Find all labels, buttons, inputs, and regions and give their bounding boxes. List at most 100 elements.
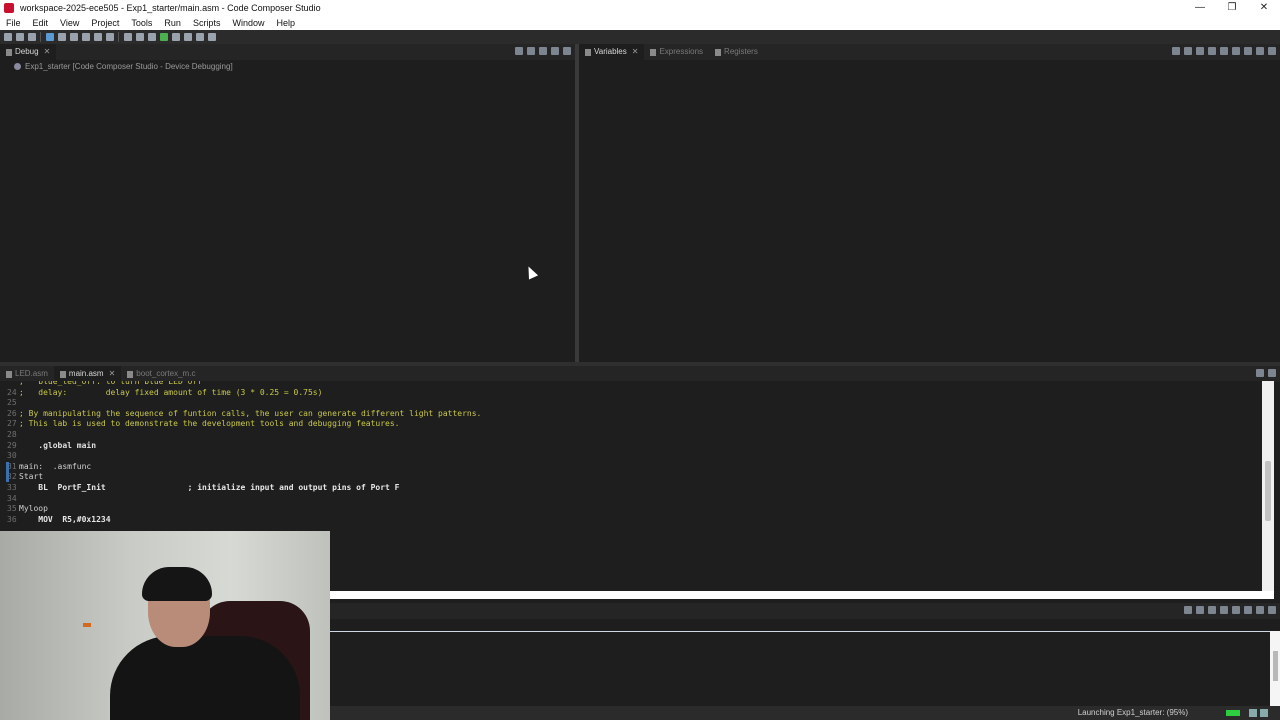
minimize-view-icon[interactable] xyxy=(1256,369,1264,377)
maximize-view-icon[interactable] xyxy=(1268,47,1276,55)
menu-project[interactable]: Project xyxy=(91,18,119,28)
show-type-names-icon[interactable] xyxy=(1172,47,1180,55)
code-line[interactable]: Myloop xyxy=(19,504,48,513)
tab-variables[interactable]: Variables ✕ xyxy=(579,44,645,60)
step-into-icon[interactable] xyxy=(82,33,90,41)
show-logical-icon[interactable] xyxy=(1184,47,1192,55)
console-scrollbar[interactable] xyxy=(1270,631,1280,706)
code-line[interactable]: .global main xyxy=(19,441,96,450)
menu-window[interactable]: Window xyxy=(232,18,264,28)
webcam-orange-object xyxy=(83,623,91,627)
status-icons xyxy=(1246,709,1268,717)
progress-indicator[interactable] xyxy=(1226,710,1240,716)
line-number: 35 xyxy=(7,504,17,514)
menu-scripts[interactable]: Scripts xyxy=(193,18,221,28)
collapse-all-icon[interactable] xyxy=(1196,47,1204,55)
debug-session-item[interactable]: Exp1_starter [Code Composer Studio - Dev… xyxy=(14,62,233,71)
close-icon[interactable]: ✕ xyxy=(109,366,116,382)
debug-tabbar: Debug ✕ xyxy=(0,44,575,60)
debug-icon[interactable] xyxy=(160,33,168,41)
build-icon[interactable] xyxy=(148,33,156,41)
menu-view[interactable]: View xyxy=(60,18,79,28)
scroll-lock-icon[interactable] xyxy=(1196,606,1204,614)
remove-terminated-icon[interactable] xyxy=(527,47,535,55)
toolbar-separator xyxy=(40,32,41,42)
registers-tab-label: Registers xyxy=(724,47,758,56)
debug-tab-label: Debug xyxy=(15,47,39,56)
remove-icon[interactable] xyxy=(1232,47,1240,55)
line-number: 27 xyxy=(7,419,17,429)
pin-console-icon[interactable] xyxy=(1220,606,1228,614)
new-icon[interactable] xyxy=(4,33,12,41)
tab-boot-cortex[interactable]: boot_cortex_m.c xyxy=(121,366,201,382)
minimize-button[interactable]: — xyxy=(1184,0,1216,16)
editor-horizontal-scrollbar[interactable] xyxy=(330,591,1274,599)
minimize-view-icon[interactable] xyxy=(1256,606,1264,614)
code-line[interactable]: ; blue_led_off: to turn blue LED off xyxy=(19,381,202,386)
close-icon[interactable]: ✕ xyxy=(632,44,639,60)
maximize-view-icon[interactable] xyxy=(1268,606,1276,614)
tab-debug[interactable]: Debug ✕ xyxy=(0,44,57,60)
suspend-icon[interactable] xyxy=(58,33,66,41)
code-line[interactable]: MOV R5,#0x1234 xyxy=(19,515,110,524)
collapse-all-icon[interactable] xyxy=(515,47,523,55)
code-line[interactable]: BL PortF_Init ; initialize input and out… xyxy=(19,483,399,492)
code-line[interactable]: ; By manipulating the sequence of funtio… xyxy=(19,409,481,418)
maximize-view-icon[interactable] xyxy=(1268,369,1276,377)
tab-led-asm[interactable]: LED.asm xyxy=(0,366,54,382)
menu-help[interactable]: Help xyxy=(276,18,295,28)
scroll-thumb[interactable] xyxy=(1273,651,1278,681)
settings-icon[interactable] xyxy=(1260,709,1268,717)
step-return-icon[interactable] xyxy=(106,33,114,41)
step-over-icon[interactable] xyxy=(94,33,102,41)
webcam-person-hair xyxy=(142,567,212,601)
minimize-view-icon[interactable] xyxy=(551,47,559,55)
tab-expressions[interactable]: Expressions xyxy=(644,44,709,60)
terminate-icon[interactable] xyxy=(70,33,78,41)
editor-vertical-scrollbar[interactable] xyxy=(1262,381,1274,591)
view-menu-icon[interactable] xyxy=(539,47,547,55)
word-wrap-icon[interactable] xyxy=(1208,606,1216,614)
display-console-icon[interactable] xyxy=(1232,606,1240,614)
reset-icon[interactable] xyxy=(136,33,144,41)
maximize-button[interactable]: ❐ xyxy=(1216,0,1248,16)
code-line[interactable]: ; delay: delay fixed amount of time (3 *… xyxy=(19,388,322,397)
notification-icon[interactable] xyxy=(1249,709,1257,717)
save-all-icon[interactable] xyxy=(28,33,36,41)
code-line[interactable]: main: .asmfunc xyxy=(19,462,91,471)
registers-tab-icon xyxy=(715,48,722,56)
variables-tab-label: Variables xyxy=(594,47,627,56)
back-icon[interactable] xyxy=(196,33,204,41)
console-toolbar xyxy=(330,603,1280,619)
clear-console-icon[interactable] xyxy=(1184,606,1192,614)
maximize-view-icon[interactable] xyxy=(563,47,571,55)
minimize-view-icon[interactable] xyxy=(1256,47,1264,55)
line-number: 34 xyxy=(7,493,17,503)
editor-tabbar: LED.asm main.asm ✕ boot_cortex_m.c xyxy=(0,366,1280,382)
menu-tools[interactable]: Tools xyxy=(131,18,152,28)
flash-icon[interactable] xyxy=(172,33,180,41)
resume-icon[interactable] xyxy=(46,33,54,41)
select-all-icon[interactable] xyxy=(1208,47,1216,55)
console-output[interactable] xyxy=(330,631,1270,706)
pencil-icon[interactable] xyxy=(184,33,192,41)
close-icon[interactable]: ✕ xyxy=(44,44,51,60)
menu-edit[interactable]: Edit xyxy=(33,18,49,28)
menu-run[interactable]: Run xyxy=(164,18,181,28)
code-line[interactable]: Start xyxy=(19,472,43,481)
scroll-thumb[interactable] xyxy=(1265,461,1271,521)
expressions-tab-label: Expressions xyxy=(659,47,704,56)
tab-registers[interactable]: Registers xyxy=(709,44,764,60)
ccs-app-icon xyxy=(4,3,14,13)
restart-icon[interactable] xyxy=(124,33,132,41)
view-menu-icon[interactable] xyxy=(1244,47,1252,55)
forward-icon[interactable] xyxy=(208,33,216,41)
code-line[interactable]: ; This lab is used to demonstrate the de… xyxy=(19,419,400,428)
open-console-icon[interactable] xyxy=(1244,606,1252,614)
close-button[interactable]: ✕ xyxy=(1248,0,1280,16)
menu-file[interactable]: File xyxy=(6,18,21,28)
copy-icon[interactable] xyxy=(1220,47,1228,55)
debug-session-label: Exp1_starter [Code Composer Studio - Dev… xyxy=(25,62,233,71)
tab-main-asm[interactable]: main.asm ✕ xyxy=(53,366,122,382)
save-icon[interactable] xyxy=(16,33,24,41)
